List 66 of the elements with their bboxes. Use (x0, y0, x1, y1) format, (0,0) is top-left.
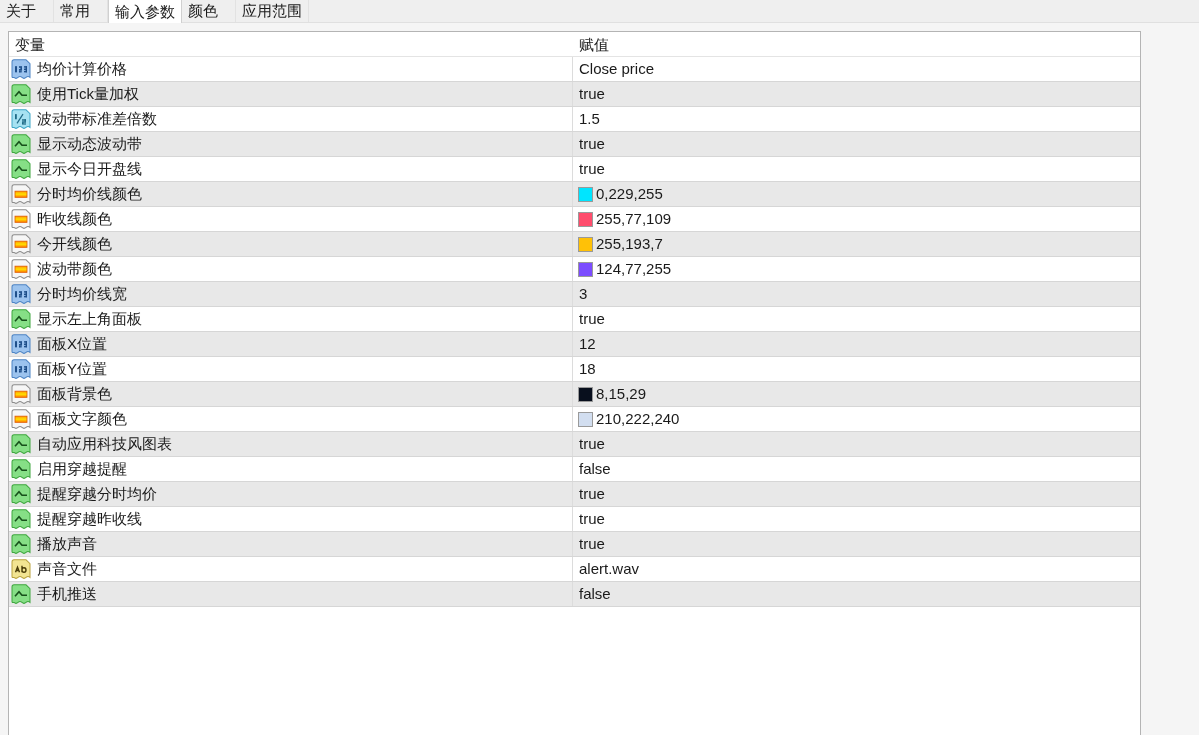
parameter-value: true (579, 484, 605, 504)
parameter-name: 自动应用科技风图表 (37, 434, 172, 454)
color-box-icon (11, 234, 31, 254)
zigzag-tile-icon (11, 484, 31, 504)
parameter-value: Close price (579, 59, 655, 79)
parameter-name: 面板X位置 (37, 334, 107, 354)
number-tile-icon (11, 59, 31, 79)
number-tile-icon (11, 334, 31, 354)
parameter-name: 显示动态波动带 (37, 134, 142, 154)
parameter-value: 12 (579, 334, 596, 354)
parameter-name: 播放声音 (37, 534, 97, 554)
zigzag-tile-icon (11, 534, 31, 554)
tab[interactable]: 输入参数 (108, 0, 182, 23)
parameter-name: 提醒穿越分时均价 (37, 484, 157, 504)
parameter-value: 3 (579, 284, 588, 304)
parameter-name: 面板文字颜色 (37, 409, 127, 429)
number-tile-icon (11, 284, 31, 304)
fraction-tile-icon (11, 109, 31, 129)
parameter-name: 分时均价线宽 (37, 284, 127, 304)
parameter-name: 启用穿越提醒 (37, 459, 127, 479)
zigzag-tile-icon (11, 159, 31, 179)
parameter-value: true (579, 84, 605, 104)
zigzag-tile-icon (11, 134, 31, 154)
zigzag-tile-icon (11, 584, 31, 604)
zigzag-tile-icon (11, 509, 31, 529)
parameter-value: 1.5 (579, 109, 600, 129)
text-tile-icon (11, 559, 31, 579)
parameter-name: 手机推送 (37, 584, 97, 604)
parameter-name: 均价计算价格 (37, 59, 127, 79)
parameter-name: 今开线颜色 (37, 234, 112, 254)
parameter-value: false (579, 584, 611, 604)
parameter-name: 分时均价线颜色 (37, 184, 142, 204)
parameter-value: true (579, 434, 605, 454)
parameter-value: 210,222,240 (596, 409, 680, 429)
column-header: 变量 (14, 35, 46, 55)
parameter-value: true (579, 134, 605, 154)
parameter-name: 波动带标准差倍数 (37, 109, 157, 129)
parameter-value: 8,15,29 (596, 384, 647, 404)
parameter-name: 波动带颜色 (37, 259, 112, 279)
zigzag-tile-icon (11, 309, 31, 329)
parameter-value: alert.wav (579, 559, 640, 579)
parameter-name: 声音文件 (37, 559, 97, 579)
zigzag-tile-icon (11, 434, 31, 454)
parameter-name: 面板Y位置 (37, 359, 107, 379)
parameter-value: true (579, 309, 605, 329)
parameter-name: 昨收线颜色 (37, 209, 112, 229)
parameter-value: 124,77,255 (596, 259, 672, 279)
zigzag-tile-icon (11, 84, 31, 104)
parameter-value: false (579, 459, 611, 479)
parameter-name: 使用Tick量加权 (37, 84, 139, 104)
parameter-value: 0,229,255 (596, 184, 663, 204)
color-box-icon (11, 184, 31, 204)
number-tile-icon (11, 359, 31, 379)
column-header: 赋值 (578, 35, 610, 55)
parameter-name: 显示左上角面板 (37, 309, 142, 329)
parameter-value: true (579, 509, 605, 529)
parameter-value: 255,193,7 (596, 234, 663, 254)
zigzag-tile-icon (11, 459, 31, 479)
parameter-value: true (579, 534, 605, 554)
parameter-name: 面板背景色 (37, 384, 112, 404)
parameter-value: 18 (579, 359, 596, 379)
parameter-name: 显示今日开盘线 (37, 159, 142, 179)
parameter-value: true (579, 159, 605, 179)
parameter-name: 提醒穿越昨收线 (37, 509, 142, 529)
parameter-value: 255,77,109 (596, 209, 672, 229)
color-box-icon (11, 384, 31, 404)
